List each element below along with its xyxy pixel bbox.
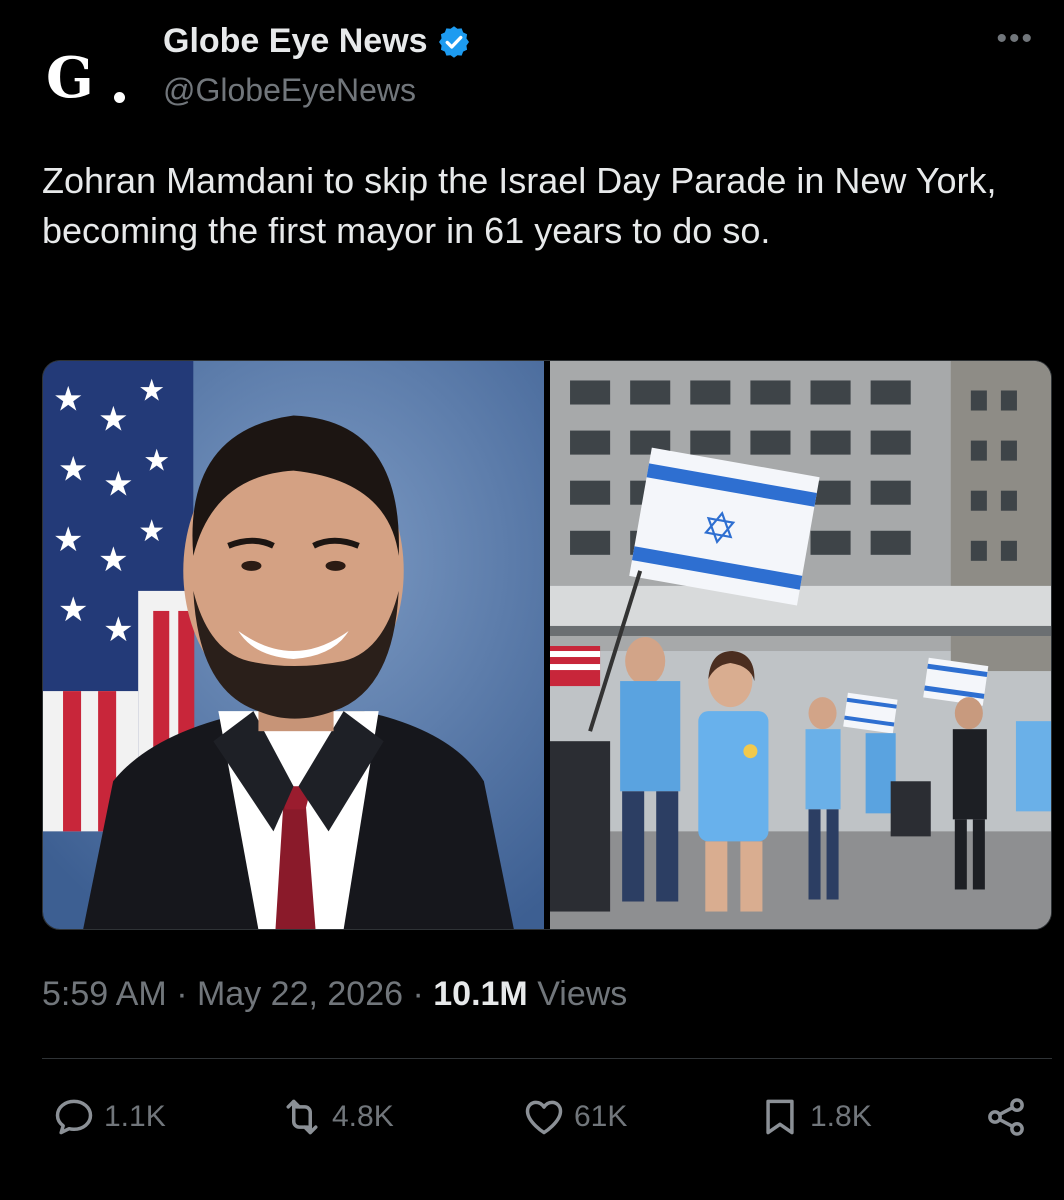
views-count: 10.1M xyxy=(433,975,528,1013)
svg-text:★: ★ xyxy=(53,381,84,419)
parade-photo[interactable]: ✡ xyxy=(550,361,1051,929)
avatar[interactable]: G xyxy=(40,30,140,110)
display-name[interactable]: Globe Eye News xyxy=(163,22,428,61)
tweet-time[interactable]: 5:59 AM xyxy=(42,975,167,1013)
meta-separator: · xyxy=(412,975,424,1013)
more-options-button[interactable]: ••• xyxy=(996,22,1034,56)
svg-text:★: ★ xyxy=(53,521,84,559)
share-button[interactable] xyxy=(984,1095,1036,1139)
portrait-photo-image: ★★★ ★ ★★ ★★★ ★★ xyxy=(43,361,544,929)
meta-separator: · xyxy=(176,975,188,1013)
svg-text:★: ★ xyxy=(138,375,165,408)
account-handle[interactable]: @GlobeEyeNews xyxy=(163,72,416,109)
tweet-actions: 1.1K 4.8K 61K 1.8K xyxy=(52,1095,1036,1145)
portrait-photo[interactable]: ★ ★ ★ ★ ★ ★ ★ ★ ★ ★ ★ xyxy=(43,361,544,929)
svg-text:★: ★ xyxy=(143,445,170,478)
svg-text:★: ★ xyxy=(138,515,165,548)
parade-photo-image: ✡ xyxy=(550,361,1051,929)
bookmark-icon xyxy=(766,1099,794,1135)
svg-text:★: ★ xyxy=(103,466,134,504)
svg-text:★: ★ xyxy=(58,451,89,489)
svg-text:★: ★ xyxy=(98,401,129,439)
repost-count: 4.8K xyxy=(332,1100,394,1133)
tweet-meta: 5:59 AM · May 22, 2026 · 10.1M Views xyxy=(42,975,627,1014)
reply-count: 1.1K xyxy=(104,1100,166,1133)
repost-icon xyxy=(286,1099,318,1135)
repost-button[interactable]: 4.8K xyxy=(280,1095,394,1139)
like-button[interactable]: 61K xyxy=(522,1095,627,1139)
divider xyxy=(42,1058,1052,1059)
like-count: 61K xyxy=(574,1100,628,1133)
avatar-logo-letter: G xyxy=(46,45,94,111)
svg-text:★: ★ xyxy=(103,611,134,649)
svg-text:★: ★ xyxy=(98,541,129,579)
bookmark-count: 1.8K xyxy=(810,1100,872,1133)
tweet-text: Zohran Mamdani to skip the Israel Day Pa… xyxy=(42,160,997,252)
tweet-date[interactable]: May 22, 2026 xyxy=(197,975,403,1013)
bookmark-button[interactable]: 1.8K xyxy=(758,1095,872,1139)
verified-badge-icon xyxy=(438,25,469,58)
tweet-media[interactable]: ★ ★ ★ ★ ★ ★ ★ ★ ★ ★ ★ ✡ xyxy=(42,360,1052,930)
account-name-row: Globe Eye News xyxy=(163,22,472,61)
heart-icon xyxy=(525,1100,563,1135)
reply-icon xyxy=(55,1099,93,1135)
svg-text:★: ★ xyxy=(58,591,89,629)
views-label: Views xyxy=(537,975,628,1013)
share-icon xyxy=(988,1098,1024,1136)
reply-button[interactable]: 1.1K xyxy=(52,1095,166,1139)
avatar-logo-dot xyxy=(114,92,125,103)
